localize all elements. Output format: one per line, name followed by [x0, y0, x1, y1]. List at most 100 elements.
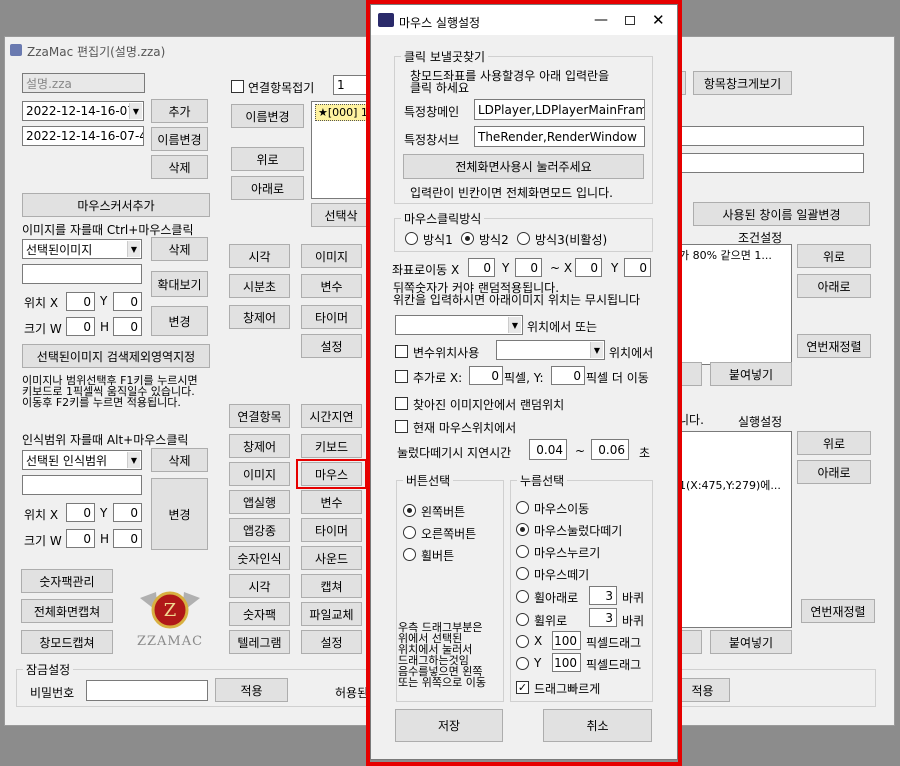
method1-radio[interactable] [405, 232, 418, 245]
item-list[interactable]: ★[000] 1 [311, 101, 371, 199]
cond-paste-button[interactable]: 붙여넣기 [710, 362, 792, 386]
cmd2-timer-button[interactable]: 타이머 [301, 518, 362, 542]
drag-y-radio[interactable] [516, 657, 529, 670]
mouse-cursor-add-button[interactable]: 마우스커서추가 [22, 193, 210, 217]
add-button[interactable]: 추가 [151, 99, 208, 123]
rename-button[interactable]: 이름변경 [151, 127, 208, 151]
delay-max-field[interactable]: 0.06 [591, 439, 629, 460]
cmd-var-button[interactable]: 변수 [301, 274, 362, 298]
search-exclude-button[interactable]: 선택된이미지 검색제외영역지정 [22, 344, 210, 368]
fullscreen-capture-button[interactable]: 전체화면캡쳐 [21, 599, 113, 623]
zoom-button[interactable]: 확대보기 [151, 271, 208, 297]
right-field-1[interactable] [676, 126, 864, 146]
exec-down-button[interactable]: 아래로 [797, 460, 871, 484]
delete-range-button[interactable]: 삭제 [151, 448, 208, 472]
item-window-button[interactable]: 항목창크게보기 [693, 71, 792, 95]
used-window-rename-button[interactable]: 사용된 창이름 일괄변경 [693, 202, 870, 226]
rename-button-2[interactable]: 이름변경 [231, 104, 304, 128]
mouse-click-radio[interactable] [516, 523, 529, 536]
cmd2-delay-button[interactable]: 시간지연 [301, 404, 362, 428]
var-pos-select[interactable]: ▼ [496, 340, 605, 360]
drag-x-field[interactable]: 100 [552, 631, 581, 650]
save-button[interactable]: 저장 [395, 709, 503, 742]
cmd2-var-button[interactable]: 변수 [301, 490, 362, 514]
exec-paste-button[interactable]: 붙여넣기 [710, 630, 792, 654]
list-item[interactable]: 1(X:475,Y:279)에... [679, 477, 788, 493]
mouse-move-radio[interactable] [516, 501, 529, 514]
maximize-icon[interactable] [625, 16, 635, 25]
image-name-field[interactable] [22, 264, 142, 284]
cmd-timer-button[interactable]: 타이머 [301, 305, 362, 329]
extra-x-field[interactable]: 0 [469, 366, 503, 385]
size-w-field[interactable]: 0 [66, 317, 95, 336]
method2-radio[interactable] [461, 232, 474, 245]
fullscreen-button[interactable]: 전체화면사용시 눌러주세요 [403, 154, 644, 179]
drag-y-field[interactable]: 100 [552, 653, 581, 672]
current-pos-checkbox[interactable] [395, 420, 408, 433]
position-select[interactable]: ▼ [395, 315, 523, 335]
cmd2-sound-button[interactable]: 사운드 [301, 546, 362, 570]
change-button[interactable]: 변경 [151, 306, 208, 336]
cmd-image-button[interactable]: 이미지 [301, 244, 362, 268]
range-name-field[interactable] [22, 475, 142, 495]
date-select-1[interactable]: 2022-12-14-16-07- ▼ [22, 101, 144, 121]
pos-x-field[interactable]: 0 [66, 292, 95, 311]
extra-move-checkbox[interactable] [395, 370, 408, 383]
list-item[interactable]: 가 80% 같으면 1... [679, 247, 788, 263]
cmd2-time-button[interactable]: 시각 [229, 574, 290, 598]
list-item[interactable]: ★[000] 1 [315, 104, 368, 121]
pos-x-field-2[interactable]: 0 [66, 503, 95, 522]
cmd2-capture-button[interactable]: 캡쳐 [301, 574, 362, 598]
mouse-down-radio[interactable] [516, 545, 529, 558]
size-h-field[interactable]: 0 [113, 317, 142, 336]
wheel-up-field[interactable]: 3 [589, 608, 617, 627]
cmd-time-button[interactable]: 시각 [229, 244, 290, 268]
sub-window-field[interactable]: TheRender,RenderWindow [474, 126, 645, 147]
cmd-hms-button[interactable]: 시분초 [229, 274, 290, 298]
method3-radio[interactable] [517, 232, 530, 245]
exec-up-button[interactable]: 위로 [797, 431, 871, 455]
window-capture-button[interactable]: 창모드캡쳐 [21, 630, 113, 654]
left-button-radio[interactable] [403, 504, 416, 517]
exec-renumber-button[interactable]: 연번재정렬 [801, 599, 875, 623]
wheel-button-radio[interactable] [403, 548, 416, 561]
cmd2-settings-button[interactable]: 설정 [301, 630, 362, 654]
cond-down-button[interactable]: 아래로 [797, 274, 871, 298]
cmd2-mouse-button[interactable]: 마우스 [301, 462, 362, 486]
cmd2-image-button[interactable]: 이미지 [229, 462, 290, 486]
coord-x2-field[interactable]: 0 [575, 258, 602, 277]
coord-y2-field[interactable]: 0 [624, 258, 651, 277]
cancel-button[interactable]: 취소 [543, 709, 652, 742]
cond-renumber-button[interactable]: 연번재정렬 [797, 334, 871, 358]
cond-list[interactable]: 가 80% 같으면 1... [676, 244, 792, 365]
var-pos-checkbox[interactable] [395, 345, 408, 358]
up-button[interactable]: 위로 [231, 147, 304, 171]
cmd2-window-button[interactable]: 창제어 [229, 434, 290, 458]
main-window-field[interactable]: LDPlayer,LDPlayerMainFrame [474, 99, 645, 120]
link-fold-checkbox[interactable] [231, 80, 244, 93]
date-field-2[interactable]: 2022-12-14-16-07-41 [22, 126, 144, 146]
cmd2-keyboard-button[interactable]: 키보드 [301, 434, 362, 458]
cmd2-number-button[interactable]: 숫자인식 [229, 546, 290, 570]
coord-x1-field[interactable]: 0 [468, 258, 495, 277]
numpad-manage-button[interactable]: 숫자팩관리 [21, 569, 113, 593]
cmd-settings-button[interactable]: 설정 [301, 334, 362, 358]
close-icon[interactable]: ✕ [652, 11, 665, 29]
change-range-button[interactable]: 변경 [151, 478, 208, 550]
delete-button[interactable]: 삭제 [151, 155, 208, 179]
exec-list[interactable]: 1(X:475,Y:279)에... [676, 431, 792, 628]
cond-up-button[interactable]: 위로 [797, 244, 871, 268]
size-w-field-2[interactable]: 0 [66, 529, 95, 548]
cmd2-file-replace-button[interactable]: 파일교체 [301, 602, 362, 626]
extra-y-field[interactable]: 0 [551, 366, 585, 385]
random-pos-checkbox[interactable] [395, 397, 408, 410]
cmd2-numpad-button[interactable]: 숫자팩 [229, 602, 290, 626]
selected-range-select[interactable]: 선택된 인식범위 ▼ [22, 450, 142, 470]
delete-image-button[interactable]: 삭제 [151, 237, 208, 261]
right-field-2[interactable] [676, 153, 864, 173]
pos-y-field[interactable]: 0 [113, 292, 142, 311]
selected-image-select[interactable]: 선택된이미지 ▼ [22, 239, 142, 259]
wheel-down-radio[interactable] [516, 590, 529, 603]
file-name-field[interactable]: 설명.zza [22, 73, 145, 93]
minimize-icon[interactable]: — [594, 12, 608, 28]
